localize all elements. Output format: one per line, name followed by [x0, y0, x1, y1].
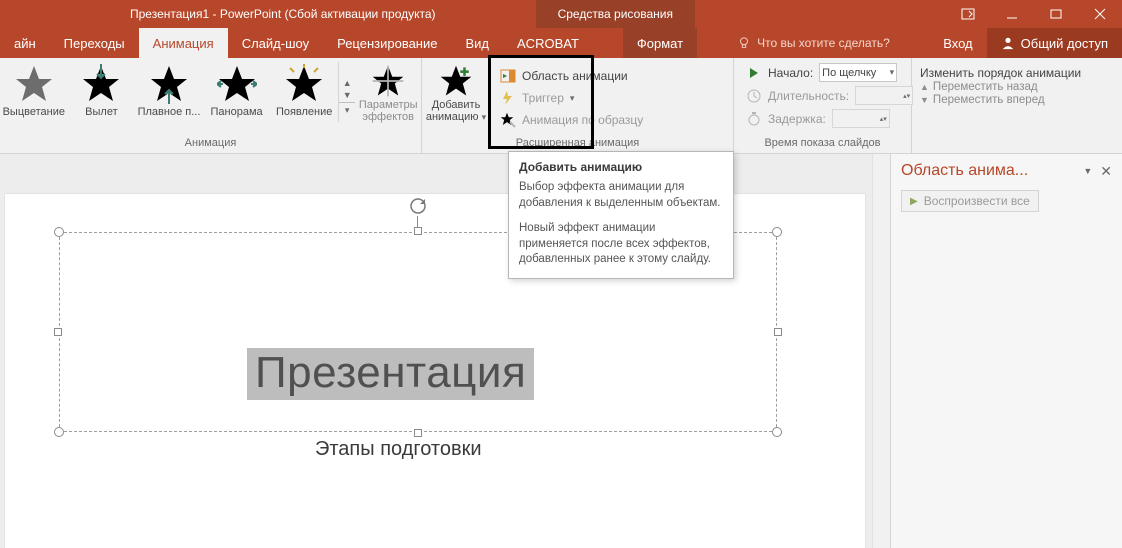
tabs: айн Переходы Анимация Слайд-шоу Рецензир…	[0, 28, 697, 58]
group-label-animation: Анимация	[0, 135, 421, 153]
effect-fade[interactable]: Выцветание	[0, 62, 68, 118]
effect-float-in[interactable]: Плавное п...	[135, 62, 203, 118]
tooltip-body-2: Новый эффект анимации применяется после …	[519, 221, 723, 268]
maximize-icon[interactable]	[1034, 0, 1078, 28]
star-icon	[371, 64, 405, 98]
effect-options-button: Параметры эффектов	[355, 62, 421, 123]
tooltip: Добавить анимацию Выбор эффекта анимации…	[508, 151, 734, 279]
handle-tl[interactable]	[54, 227, 64, 237]
group-animation: Выцветание Вылет Плавное п... Панорама П…	[0, 58, 422, 153]
handle-b[interactable]	[414, 429, 422, 437]
handle-l[interactable]	[54, 328, 62, 336]
close-icon[interactable]	[1078, 0, 1122, 28]
delay-icon	[746, 111, 762, 127]
tooltip-title: Добавить анимацию	[519, 160, 723, 174]
tab-format[interactable]: Формат	[623, 28, 697, 58]
timing-start[interactable]: Начало: По щелчку▾	[740, 62, 919, 83]
star-icon	[284, 64, 324, 104]
rotate-handle-icon[interactable]	[408, 196, 428, 216]
play-icon: ▶	[910, 196, 918, 207]
group-advanced-animation: Добавить анимацию ▾ Область анимации Три…	[422, 58, 734, 153]
brush-star-icon	[500, 112, 516, 128]
start-combo[interactable]: По щелчку▾	[819, 63, 897, 82]
play-all-button[interactable]: ▶ Воспроизвести все	[901, 190, 1039, 212]
pane-title: Область анима...	[901, 162, 1077, 180]
star-icon	[149, 64, 189, 104]
gallery-more[interactable]: ▲ ▼ ▾	[338, 62, 355, 122]
context-tab[interactable]: Средства рисования	[536, 0, 695, 28]
tell-me[interactable]: Что вы хотите сделать?	[737, 28, 890, 58]
bolt-icon	[500, 90, 516, 106]
lightbulb-icon	[737, 36, 751, 50]
timing-duration: Длительность: ▴▾	[740, 85, 919, 106]
effect-fly-in[interactable]: Вылет	[68, 62, 136, 118]
menubar: айн Переходы Анимация Слайд-шоу Рецензир…	[0, 28, 1122, 58]
reorder-title: Изменить порядок анимации	[920, 66, 1081, 80]
app-title: Презентация1 - PowerPoint (Сбой активаци…	[130, 7, 436, 21]
star-icon	[14, 64, 54, 104]
animation-painter-button: Анимация по образцу	[494, 110, 649, 130]
tab-view[interactable]: Вид	[451, 28, 503, 58]
titlebar: Презентация1 - PowerPoint (Сбой активаци…	[0, 0, 1122, 28]
clock-icon	[746, 88, 762, 104]
window-controls	[946, 0, 1122, 28]
move-later-button: ▼Переместить вперед	[920, 94, 1081, 106]
tab-acrobat[interactable]: ACROBAT	[503, 28, 593, 58]
move-earlier-button: ▲Переместить назад	[920, 81, 1081, 93]
titlebar-right: Вход Общий доступ	[929, 28, 1122, 58]
timing-delay: Задержка: ▴▾	[740, 108, 919, 129]
trigger-button: Триггер ▾	[494, 88, 649, 108]
slide-title-text[interactable]: Презентация	[247, 348, 534, 400]
effect-split[interactable]: Панорама	[203, 62, 271, 118]
pane-close-icon[interactable]: ✕	[1100, 163, 1112, 180]
pane-dropdown-icon[interactable]: ▼	[1083, 166, 1092, 176]
animation-pane-button[interactable]: Область анимации	[494, 66, 649, 86]
group-timing: Начало: По щелчку▾ Длительность: ▴▾ Заде…	[734, 58, 912, 153]
star-plus-icon	[439, 64, 473, 98]
duration-combo: ▴▾	[855, 86, 913, 105]
tab-animations[interactable]: Анимация	[139, 28, 228, 58]
star-icon	[217, 64, 257, 104]
group-reorder: Изменить порядок анимации ▲Переместить н…	[912, 58, 1122, 153]
handle-t[interactable]	[414, 227, 422, 235]
canvas-area[interactable]: Презентация Этапы подготовки	[0, 154, 872, 548]
handle-r[interactable]	[774, 328, 782, 336]
handle-br[interactable]	[772, 427, 782, 437]
star-icon	[81, 64, 121, 104]
tooltip-body-1: Выбор эффекта анимации для добавления к …	[519, 180, 723, 211]
ribbon: Выцветание Вылет Плавное п... Панорама П…	[0, 58, 1122, 154]
add-animation-button[interactable]: Добавить анимацию ▾	[422, 62, 490, 123]
delay-combo: ▴▾	[832, 109, 890, 128]
group-label-reorder	[912, 135, 1122, 153]
group-label-timing: Время показа слайдов	[734, 135, 911, 153]
ribbon-display-options-icon[interactable]	[946, 0, 990, 28]
tab-transitions[interactable]: Переходы	[50, 28, 139, 58]
login-button[interactable]: Вход	[929, 36, 986, 51]
play-icon	[746, 65, 762, 81]
handle-tr[interactable]	[772, 227, 782, 237]
tab-design[interactable]: айн	[0, 28, 50, 58]
person-icon	[1001, 36, 1015, 50]
handle-bl[interactable]	[54, 427, 64, 437]
slide-subtitle-text[interactable]: Этапы подготовки	[315, 438, 482, 461]
pane-icon	[500, 68, 516, 84]
animation-pane: Область анима... ▼ ✕ ▶ Воспроизвести все	[890, 154, 1122, 548]
tab-review[interactable]: Рецензирование	[323, 28, 451, 58]
tab-slideshow[interactable]: Слайд-шоу	[228, 28, 323, 58]
share-button[interactable]: Общий доступ	[987, 28, 1122, 58]
vertical-scrollbar[interactable]	[872, 154, 890, 548]
minimize-icon[interactable]	[990, 0, 1034, 28]
slide[interactable]: Презентация Этапы подготовки	[5, 194, 865, 548]
effect-appear[interactable]: Появление	[270, 62, 338, 118]
